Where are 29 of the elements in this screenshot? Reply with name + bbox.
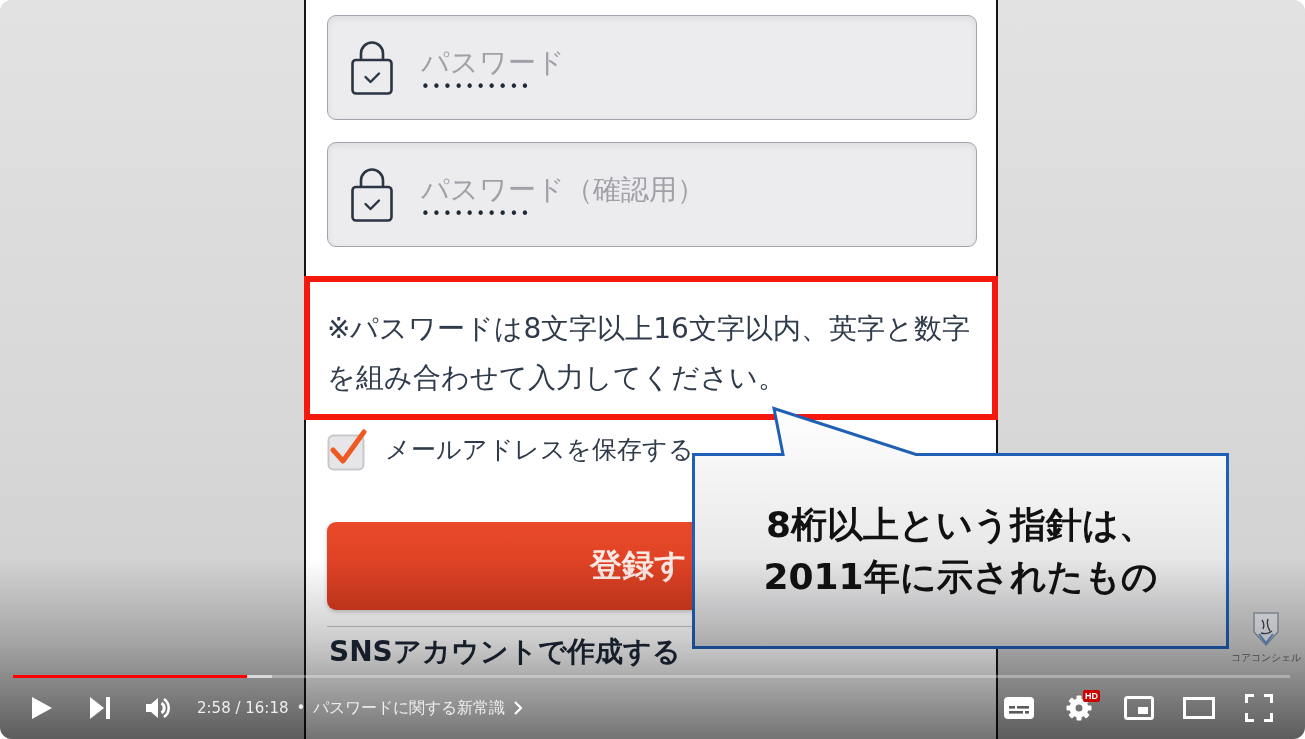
save-email-label: メールアドレスを保存する [385,434,694,466]
next-track-icon [89,696,111,720]
title-separator: • [296,699,306,717]
time-display: 2:58 / 16:18 [197,699,289,717]
hd-badge: HD [1083,690,1100,702]
field-placeholder: パスワード（確認用） [421,174,705,206]
chevron-right-icon [513,700,524,716]
progress-track[interactable] [13,675,1290,678]
register-button[interactable]: 登録す [327,522,695,610]
sns-section-heading: SNSアカウントで作成する [328,636,681,668]
save-email-checkbox[interactable] [327,429,367,471]
fullscreen-icon [1245,694,1273,722]
miniplayer-icon [1124,696,1154,720]
callout-text: 8桁以上という指針は、 2011年に示されたもの [763,502,1158,599]
field-placeholder: パスワード [421,47,565,79]
play-icon [31,696,53,720]
padlock-icon [351,40,393,95]
speaker-icon [145,696,171,720]
password-field[interactable]: パスワード（確認用） •••••••••• [327,142,977,247]
password-field[interactable]: パスワード •••••••••• [327,15,977,120]
wide-rectangle-icon [1183,697,1215,719]
settings-button[interactable]: HD [1049,684,1109,732]
masked-password: •••••••••• [421,80,532,94]
masked-password: •••••••••• [421,207,532,221]
shield-logo-icon [1253,612,1279,646]
channel-logo-text: コアコンシェル [1231,652,1301,663]
padlock-icon [351,167,393,222]
password-rule-note: ※パスワードは8文字以上16文字以内、英字と数字 を組み合わせて入力してください。 [327,311,971,396]
subtitles-icon [1004,697,1034,719]
